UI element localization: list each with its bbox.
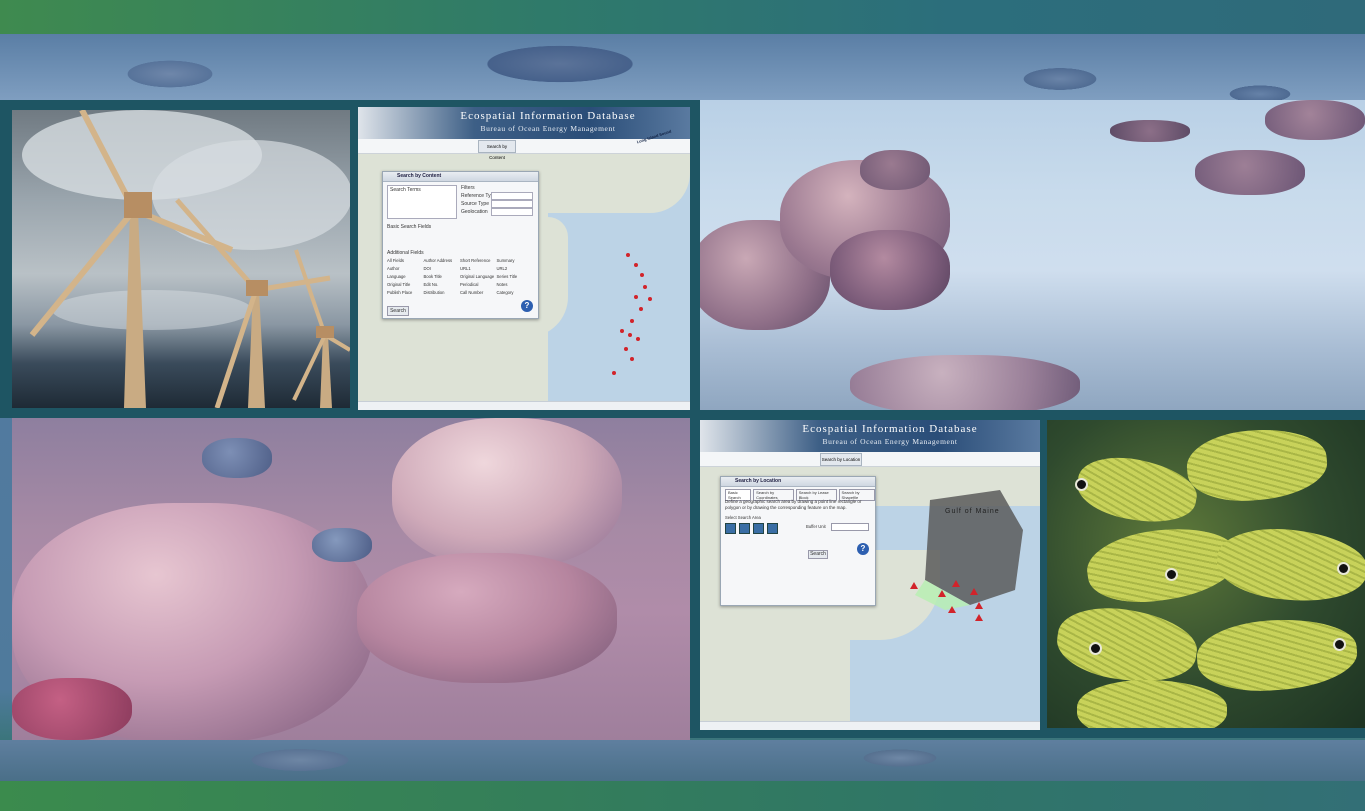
app-subtitle: Bureau of Ocean Energy Management — [822, 437, 958, 446]
geolocation-select[interactable] — [491, 208, 533, 216]
checkbox-author[interactable]: Author — [387, 266, 424, 271]
dialog-title: Search by Location — [721, 477, 875, 487]
checkbox-periodical[interactable]: Periodical — [460, 282, 497, 287]
checkbox-summary[interactable]: Summary — [497, 258, 534, 263]
instruction-text: Define a geographic search area by drawi… — [725, 499, 862, 510]
checkbox-all-fields[interactable]: All Fields — [387, 258, 424, 263]
help-icon[interactable]: ? — [521, 300, 533, 312]
search-button[interactable]: Search — [387, 306, 409, 316]
buffer-label: Buffer Unit — [806, 524, 826, 529]
map-status-bar — [700, 721, 1040, 730]
checkbox-original-title[interactable]: Original Title — [387, 282, 424, 287]
wind-turbine-photo — [12, 110, 350, 408]
checkbox-doi[interactable]: DOI — [424, 266, 461, 271]
coastal-rocks-photo — [700, 100, 1365, 410]
help-icon[interactable]: ? — [857, 543, 869, 555]
top-green-band — [0, 0, 1365, 34]
additional-fields-label: Additional Fields — [387, 250, 424, 256]
yellow-striped-fish-photo — [1047, 420, 1365, 728]
map-screenshot-search-by-location: Ecospatial Information Database Bureau o… — [700, 420, 1040, 730]
checkbox-publish-place[interactable]: Publish Place — [387, 290, 424, 295]
search-by-location-dialog: Search by Location Basic Search Search b… — [720, 476, 876, 606]
checkbox-notes[interactable]: Notes — [497, 282, 534, 287]
background-rocks-bottom — [0, 740, 1365, 781]
search-button[interactable]: Search — [808, 550, 828, 559]
basic-fields-label: Basic Search Fields — [387, 224, 432, 230]
map-status-bar — [358, 401, 690, 410]
app-title: Ecospatial Information Database — [460, 110, 636, 122]
pink-beach-boulders-photo — [12, 418, 690, 740]
draw-tools — [725, 523, 778, 534]
app-title: Ecospatial Information Database — [802, 423, 978, 435]
search-by-content-dialog: Search by Content Search Terms Filters R… — [382, 171, 539, 319]
background-rocks-top — [0, 34, 1365, 100]
draw-rectangle-icon[interactable] — [753, 523, 764, 534]
checkbox-author-address[interactable]: Author Address — [424, 258, 461, 263]
checkbox-original-language[interactable]: Original Language — [460, 274, 497, 279]
bottom-green-band — [0, 781, 1365, 811]
checkbox-book-title[interactable]: Book Title — [424, 274, 461, 279]
draw-point-icon[interactable] — [725, 523, 736, 534]
checkbox-short-reference[interactable]: Short Reference — [460, 258, 497, 263]
additional-fields-grid: All Fields Author Address Short Referenc… — [387, 258, 533, 295]
checkbox-call-number[interactable]: Call Number — [460, 290, 497, 295]
checkbox-distribution[interactable]: Distribution — [424, 290, 461, 295]
dialog-title: Search by Content — [383, 172, 538, 182]
checkbox-edit-no[interactable]: Edit No. — [424, 282, 461, 287]
draw-polygon-icon[interactable] — [767, 523, 778, 534]
select-area-label: Select Search Area — [725, 515, 761, 520]
checkbox-url2[interactable]: URL2 — [497, 266, 534, 271]
map-toolbar: Search by Location — [700, 452, 1040, 467]
region-label: Gulf of Maine — [945, 508, 1000, 515]
app-banner: Ecospatial Information Database Bureau o… — [358, 107, 690, 139]
search-by-location-button[interactable]: Search by Location — [820, 453, 862, 466]
checkbox-series-title[interactable]: Series Title — [497, 274, 534, 279]
reference-type-select[interactable] — [491, 192, 533, 200]
app-banner: Ecospatial Information Database Bureau o… — [700, 420, 1040, 452]
buffer-input[interactable] — [831, 523, 869, 531]
draw-line-icon[interactable] — [739, 523, 750, 534]
wind-turbines-illustration — [29, 110, 350, 408]
search-by-content-button[interactable]: Search by Content — [478, 140, 516, 160]
checkbox-url1[interactable]: URL1 — [460, 266, 497, 271]
filters-box: Filters Reference Type Source Type Geolo… — [461, 185, 533, 219]
source-type-select[interactable] — [491, 200, 533, 208]
map-screenshot-search-by-content: Ecospatial Information Database Bureau o… — [358, 107, 690, 410]
checkbox-language[interactable]: Language — [387, 274, 424, 279]
search-terms-box[interactable]: Search Terms — [387, 185, 457, 219]
app-subtitle: Bureau of Ocean Energy Management — [480, 124, 616, 133]
checkbox-category[interactable]: Category — [497, 290, 534, 295]
